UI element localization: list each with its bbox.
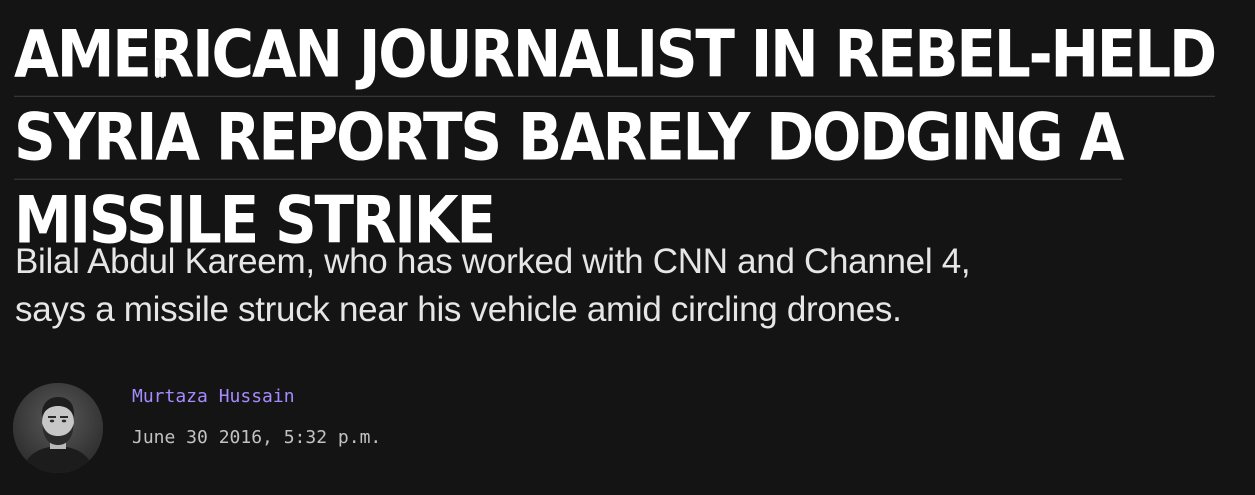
author-link[interactable]: Murtaza Hussain [132,385,295,409]
dek-line-1: Bilal Abdul Kareem, who has worked with … [15,242,971,281]
article-headline: AMERICAN JOURNALIST IN REBEL-HELD SYRIA … [14,14,1246,262]
article-dek: Bilal Abdul Kareem, who has worked with … [15,238,1115,334]
headline-line-2: SYRIA REPORTS BARELY DODGING A [14,97,1124,180]
headline-line-1: AMERICAN JOURNALIST IN REBEL-HELD [14,14,1217,97]
author-photo-icon [13,383,103,473]
publish-date: June 30 2016, 5:32 p.m. [132,427,382,448]
author-avatar[interactable] [13,383,103,473]
byline: Murtaza Hussain June 30 2016, 5:32 p.m. [13,383,613,475]
text-cursor-icon [156,58,164,78]
dek-line-2: says a missile struck near his vehicle a… [15,290,902,329]
